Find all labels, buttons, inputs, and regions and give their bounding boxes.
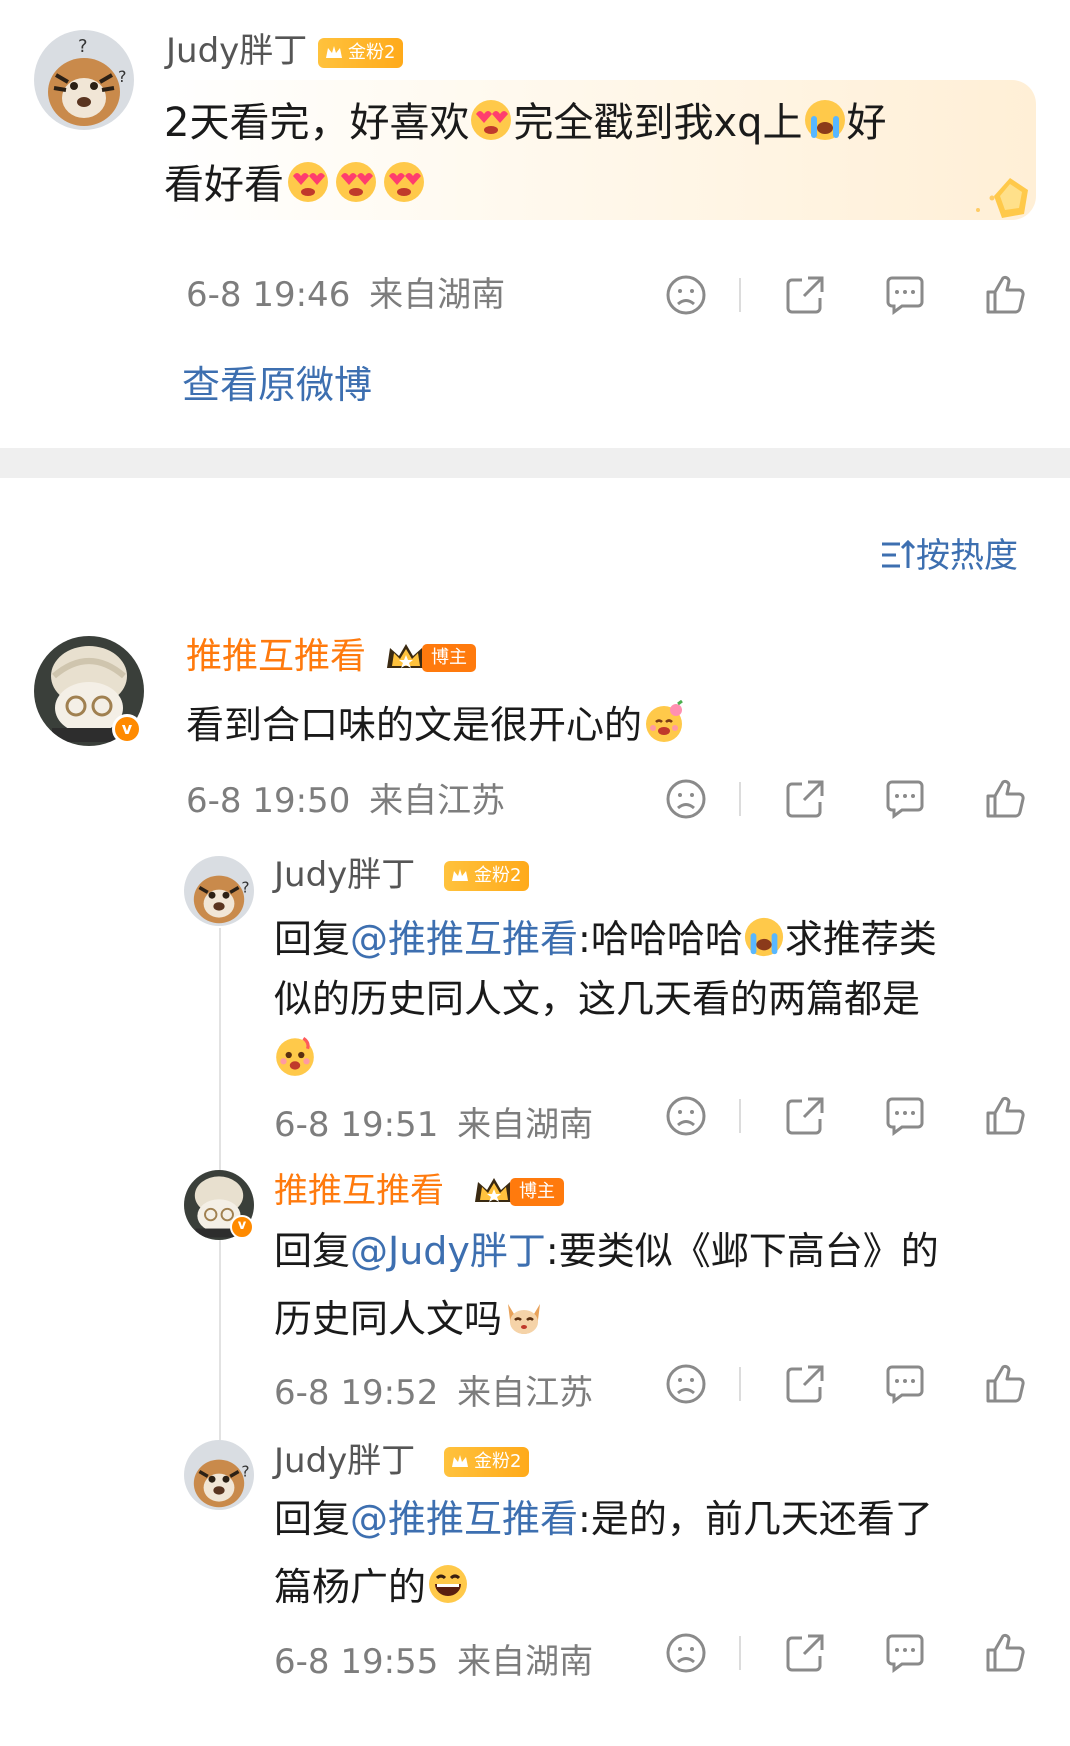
heart-eyes-emoji [380, 160, 428, 211]
crown-icon [326, 46, 342, 58]
comment-time: 6-8 19:50 [186, 781, 351, 821]
post-text-line1: 2天看完，好喜欢 完全戳到我xq上好 [164, 98, 887, 149]
sort-label: 按热度 [916, 536, 1018, 576]
reply-location: 来自湖南 [457, 1105, 594, 1145]
gold-decoration-icon [976, 178, 1028, 218]
heart-eyes-emoji [284, 160, 332, 211]
sad-face-icon[interactable] [661, 1628, 711, 1678]
action-separator [739, 278, 741, 312]
crown-icon [452, 869, 468, 881]
thumbs-up-icon[interactable] [980, 1091, 1030, 1141]
reply-time: 6-8 19:52 [274, 1373, 439, 1413]
fan-badge-label: 金粉2 [348, 42, 396, 63]
comment-text: 看到合口味的文是很开心的 [186, 699, 686, 750]
reply-actions [655, 1628, 1035, 1678]
mention-link[interactable]: @推推互推看 [350, 1497, 578, 1541]
post-actions [655, 270, 1035, 320]
reply-meta: 6-8 19:52 来自江苏 [274, 1376, 593, 1410]
sad-face-icon[interactable] [661, 774, 711, 824]
sad-face-icon[interactable] [661, 270, 711, 320]
reply-meta: 6-8 19:51 来自湖南 [274, 1108, 593, 1142]
reply-username[interactable]: Judy胖丁 [274, 1444, 415, 1478]
verified-badge: v [230, 1215, 254, 1239]
post-time: 6-8 19:46 [186, 275, 351, 315]
action-separator [739, 1636, 741, 1670]
action-separator [739, 1367, 741, 1401]
reply-meta: 6-8 19:55 来自湖南 [274, 1645, 593, 1679]
share-icon[interactable] [780, 774, 830, 824]
post-username[interactable]: Judy胖丁 [166, 34, 307, 68]
sort-by-hot-button[interactable]: 按热度 [880, 536, 1018, 576]
cat-emoji [502, 1294, 546, 1344]
reply-location: 来自湖南 [457, 1642, 594, 1682]
blogger-badge-label: 博主 [422, 644, 476, 672]
comment-icon[interactable] [880, 1091, 930, 1141]
thumbs-up-icon[interactable] [980, 270, 1030, 320]
comment-icon[interactable] [880, 1359, 930, 1409]
sad-face-icon[interactable] [661, 1359, 711, 1409]
sad-face-icon[interactable] [661, 1091, 711, 1141]
post-meta: 6-8 19:46 来自湖南 [186, 278, 505, 312]
reply-text-line2: 历史同人文吗 [274, 1294, 546, 1344]
thumbs-up-icon[interactable] [980, 774, 1030, 824]
share-icon[interactable] [780, 1091, 830, 1141]
svg-text:?: ? [241, 1462, 249, 1480]
verified-badge: v [112, 714, 142, 744]
reply-time: 6-8 19:51 [274, 1105, 439, 1145]
thumbs-up-icon[interactable] [980, 1628, 1030, 1678]
svg-text:?: ? [241, 878, 249, 896]
comment-actions [655, 774, 1035, 824]
fan-badge: 金粉2 [318, 38, 404, 68]
reply-time: 6-8 19:55 [274, 1642, 439, 1682]
action-separator [739, 1099, 741, 1133]
section-divider [0, 448, 1070, 478]
crown-icon [452, 1455, 468, 1467]
svg-text:?: ? [118, 67, 127, 86]
reply-text-line2: 似的历史同人文，这几天看的两篇都是 [274, 977, 921, 1021]
post-location: 来自湖南 [369, 275, 506, 315]
heart-eyes-emoji [332, 160, 380, 211]
share-icon[interactable] [780, 270, 830, 320]
reply-actions [655, 1091, 1035, 1141]
share-icon[interactable] [780, 1359, 830, 1409]
fan-badge: 金粉2 [444, 1447, 530, 1477]
heart-eyes-emoji [469, 98, 513, 149]
reply-text-line1: 回复@推推互推看:哈哈哈哈 求推荐类 [274, 916, 937, 964]
reply-actions [655, 1359, 1035, 1409]
avatar-judy[interactable]: ? [184, 856, 254, 926]
reply-username[interactable]: Judy胖丁 [274, 858, 415, 892]
post-text-line2: 看好看 [164, 160, 428, 211]
fan-badge-label: 金粉2 [474, 1451, 522, 1472]
comment-icon[interactable] [880, 270, 930, 320]
happy-flower-emoji [642, 699, 686, 750]
action-separator [739, 782, 741, 816]
comment-username[interactable]: 推推互推看 [186, 639, 366, 675]
blush-emoji [272, 1032, 318, 1082]
fan-badge-label: 金粉2 [474, 865, 522, 886]
comment-meta: 6-8 19:50 来自江苏 [186, 784, 505, 818]
reply-location: 来自江苏 [457, 1373, 594, 1413]
comment-icon[interactable] [880, 774, 930, 824]
comment-icon[interactable] [880, 1628, 930, 1678]
reply-username[interactable]: 推推互推看 [274, 1174, 444, 1208]
view-original-link[interactable]: 查看原微博 [182, 366, 372, 404]
mention-link[interactable]: @Judy胖丁 [350, 1229, 546, 1273]
blogger-badge-label: 博主 [510, 1178, 564, 1206]
avatar-judy[interactable]: ? [184, 1440, 254, 1510]
laughing-emoji [426, 1562, 470, 1612]
avatar-judy[interactable]: ? ? [34, 30, 134, 130]
crying-emoji [803, 98, 847, 149]
sort-icon [882, 539, 916, 568]
svg-text:?: ? [78, 36, 88, 57]
reply-text-line2: 篇杨广的 [274, 1562, 470, 1612]
crying-emoji [743, 916, 785, 964]
reply-text-line1: 回复@Judy胖丁:要类似《邺下高台》的 [274, 1229, 939, 1273]
comment-location: 来自江苏 [369, 781, 506, 821]
reply-text-line1: 回复@推推互推看:是的，前几天还看了 [274, 1497, 933, 1541]
thumbs-up-icon[interactable] [980, 1359, 1030, 1409]
fan-badge: 金粉2 [444, 861, 530, 891]
mention-link[interactable]: @推推互推看 [350, 917, 578, 961]
share-icon[interactable] [780, 1628, 830, 1678]
